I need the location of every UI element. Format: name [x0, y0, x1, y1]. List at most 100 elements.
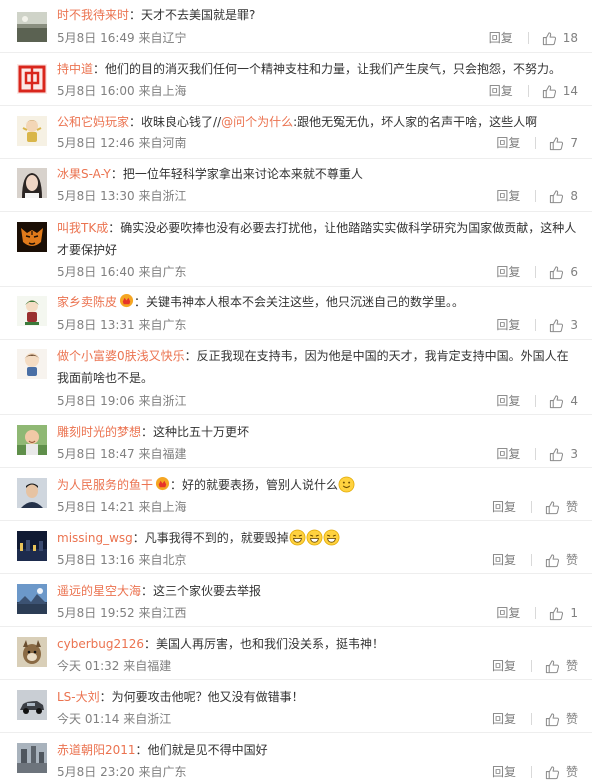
separator: ： — [135, 743, 148, 757]
comment-meta: 5月8日 13:16 来自北京 — [57, 552, 187, 568]
comment-item: 为人民服务的鱼干 ：好的就要表扬，管别人说什么 5月8日 14:21 来自上海 回… — [0, 468, 592, 521]
divider — [527, 32, 529, 44]
avatar[interactable] — [17, 531, 47, 561]
avatar[interactable] — [17, 12, 47, 42]
username-link[interactable]: 雕刻时光的梦想 — [57, 425, 141, 439]
grin-emoji-icon — [289, 529, 306, 546]
username-link[interactable]: 家乡卖陈皮 — [57, 295, 117, 309]
avatar[interactable] — [17, 637, 47, 667]
like-button[interactable]: 赞 — [545, 552, 578, 568]
like-button[interactable]: 赞 — [545, 658, 578, 674]
avatar[interactable] — [17, 349, 47, 379]
comment-actions: 回复 赞 — [492, 499, 578, 515]
comment-text: 公和它妈玩家：收昧良心钱了//@问个为什么:跟他无冤无仇，坏人家的名声干啥，这些… — [57, 111, 577, 133]
like-button[interactable]: 赞 — [545, 764, 578, 780]
reply-button[interactable]: 回复 — [492, 552, 516, 568]
separator: ： — [134, 295, 147, 309]
reply-button[interactable]: 回复 — [489, 83, 513, 99]
comment-actions: 回复 14 — [489, 83, 578, 99]
avatar[interactable] — [17, 116, 47, 146]
comment-body: 凡事我得不到的，就要毁掉 — [144, 531, 289, 545]
comment-text: 遥远的星空大海：这三个家伙要去举报 — [57, 580, 577, 602]
comment-item: missing_wsg：凡事我得不到的，就要毁掉 5月8日 13:16 来自北京… — [0, 521, 592, 574]
comment-text: 持中道：他们的目的消灭我们任何一个精神支柱和力量，让我们产生戾气，只会抱怨，不努… — [57, 58, 577, 80]
like-count: 3 — [570, 447, 578, 461]
reply-button[interactable]: 回复 — [496, 393, 520, 409]
comment-date: 5月8日 16:00 — [57, 84, 135, 98]
username-link[interactable]: 时不我待来时 — [57, 8, 129, 22]
comment-body: 为何要攻击他呢？他又没有做错事！ — [111, 690, 304, 704]
comment-meta: 5月8日 19:52 来自江西 — [57, 605, 187, 621]
username-link[interactable]: cyberbug2126 — [57, 637, 144, 651]
comment-item: 冰果S-A-Y：把一位年轻科学家拿出来讨论本来就不尊重人 5月8日 13:30 … — [0, 159, 592, 212]
like-label: 赞 — [565, 553, 578, 567]
divider — [535, 448, 537, 460]
like-button[interactable]: 7 — [549, 135, 578, 151]
like-label: 赞 — [565, 712, 578, 726]
member-badge-icon[interactable] — [155, 476, 170, 491]
reply-button[interactable]: 回复 — [496, 188, 520, 204]
like-button[interactable]: 4 — [549, 393, 578, 409]
reply-button[interactable]: 回复 — [496, 317, 520, 333]
reply-button[interactable]: 回复 — [492, 658, 516, 674]
username-link[interactable]: 赤道朝阳2011 — [57, 743, 136, 757]
like-count: 6 — [570, 265, 578, 279]
separator: ： — [110, 167, 123, 181]
mention-link[interactable]: @问个为什么 — [221, 115, 293, 129]
comment-actions: 回复 7 — [496, 135, 578, 151]
avatar[interactable] — [17, 296, 47, 326]
username-link[interactable]: missing_wsg — [57, 531, 133, 545]
reply-button[interactable]: 回复 — [492, 499, 516, 515]
member-badge-icon[interactable] — [119, 293, 134, 308]
username-link[interactable]: 遥远的星空大海 — [57, 584, 141, 598]
like-button[interactable]: 3 — [549, 446, 578, 462]
reply-button[interactable]: 回复 — [496, 135, 520, 151]
like-button[interactable]: 14 — [542, 83, 578, 99]
username-link[interactable]: LS-大刘 — [57, 690, 100, 704]
comment-text: 做个小富婆0肤浅又快乐：反正我现在支持韦，因为他是中国的天才，我肯定支持中国。外… — [57, 345, 577, 389]
like-button[interactable]: 6 — [549, 264, 578, 280]
thumbs-up-icon — [545, 712, 560, 726]
grin-emoji-icon — [306, 529, 323, 546]
like-button[interactable]: 赞 — [545, 711, 578, 727]
comment-item: LS-大刘：为何要攻击他呢？他又没有做错事！ 今天 01:14 来自浙江 回复 … — [0, 680, 592, 733]
like-count: 3 — [570, 318, 578, 332]
username-link[interactable]: 冰果S-A-Y — [57, 167, 111, 181]
avatar[interactable] — [17, 584, 47, 614]
avatar[interactable] — [17, 478, 47, 508]
like-button[interactable]: 赞 — [545, 499, 578, 515]
username-link[interactable]: 持中道 — [57, 62, 93, 76]
comment-body: 天才不去美国就是罪? — [141, 8, 256, 22]
comment-text: 叫我TK成：确实没必要吹捧也没有必要去打扰他，让他踏踏实实做科学研究为国家做贡献… — [57, 217, 577, 261]
avatar[interactable] — [17, 743, 47, 773]
avatar[interactable] — [17, 425, 47, 455]
username-link[interactable]: 叫我TK成 — [57, 221, 108, 235]
reply-button[interactable]: 回复 — [496, 264, 520, 280]
like-button[interactable]: 3 — [549, 317, 578, 333]
username-link[interactable]: 为人民服务的鱼干 — [57, 478, 153, 492]
comment-meta: 5月8日 16:00 来自上海 — [57, 83, 187, 99]
like-button[interactable]: 8 — [549, 188, 578, 204]
comment-location: 来自浙江 — [123, 712, 172, 726]
comment-location: 来自广东 — [138, 265, 187, 279]
avatar[interactable] — [17, 690, 47, 720]
comment-body: 好的就要表扬，管别人说什么 — [182, 478, 339, 492]
reply-button[interactable]: 回复 — [496, 446, 520, 462]
comment-item: 遥远的星空大海：这三个家伙要去举报 5月8日 19:52 来自江西 回复 1 — [0, 574, 592, 627]
comment-meta: 5月8日 23:20 来自广东 — [57, 764, 187, 780]
reply-button[interactable]: 回复 — [489, 30, 513, 46]
reply-button[interactable]: 回复 — [492, 764, 516, 780]
avatar[interactable] — [17, 64, 47, 94]
comment-text: 家乡卖陈皮 ：关键韦神本人根本不会关注这些，他只沉迷自己的数学里。。 — [57, 291, 577, 313]
like-count: 4 — [570, 394, 578, 408]
divider — [535, 319, 537, 331]
reply-button[interactable]: 回复 — [492, 711, 516, 727]
username-link[interactable]: 公和它妈玩家 — [57, 115, 129, 129]
like-button[interactable]: 18 — [542, 30, 578, 46]
avatar[interactable] — [17, 222, 47, 252]
reply-button[interactable]: 回复 — [496, 605, 520, 621]
username-link[interactable]: 做个小富婆0肤浅又快乐 — [57, 349, 185, 363]
comment-meta: 5月8日 16:49 来自辽宁 — [57, 30, 187, 46]
like-button[interactable]: 1 — [549, 605, 578, 621]
avatar[interactable] — [17, 168, 47, 198]
